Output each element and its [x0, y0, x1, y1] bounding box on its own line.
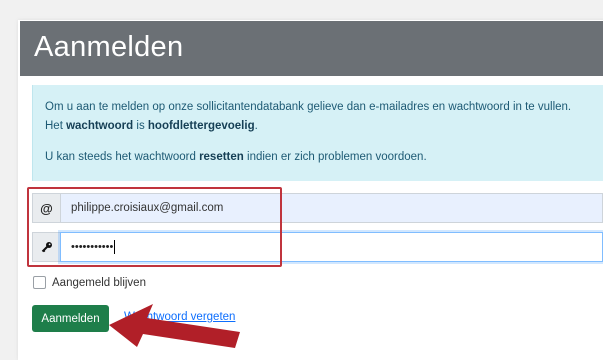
info-alert: Om u aan te melden op onze sollicitanten…	[32, 85, 603, 181]
annotation-highlight-box	[27, 187, 282, 267]
remember-label: Aangemeld blijven	[52, 276, 146, 289]
info-text: Om u aan te melden op onze sollicitanten…	[45, 98, 603, 136]
annotation-arrow	[109, 304, 240, 348]
info-line-1: Om u aan te melden op onze sollicitanten…	[45, 101, 572, 113]
info-line-3-suffix: indien er zich problemen voordoen.	[243, 151, 427, 163]
info-line-3-prefix: U kan steeds het wachtwoord	[45, 151, 200, 163]
login-button[interactable]: Aanmelden	[32, 305, 109, 332]
info-line-2-bold-2: hoofdlettergevoelig	[147, 120, 255, 132]
page-header: Aanmelden	[20, 21, 603, 76]
page-title: Aanmelden	[34, 31, 184, 63]
remember-me[interactable]: Aangemeld blijven	[33, 276, 146, 289]
info-line-2-mid: is	[133, 120, 148, 132]
info-line-3-bold: resetten	[199, 151, 244, 163]
info-line-2-bold-1: wachtwoord	[66, 120, 134, 132]
info-line-2-prefix: Het	[45, 120, 67, 132]
remember-checkbox[interactable]	[33, 276, 46, 289]
info-reset-text: U kan steeds het wachtwoord resetten ind…	[45, 148, 603, 167]
info-line-2-suffix: .	[254, 120, 258, 132]
